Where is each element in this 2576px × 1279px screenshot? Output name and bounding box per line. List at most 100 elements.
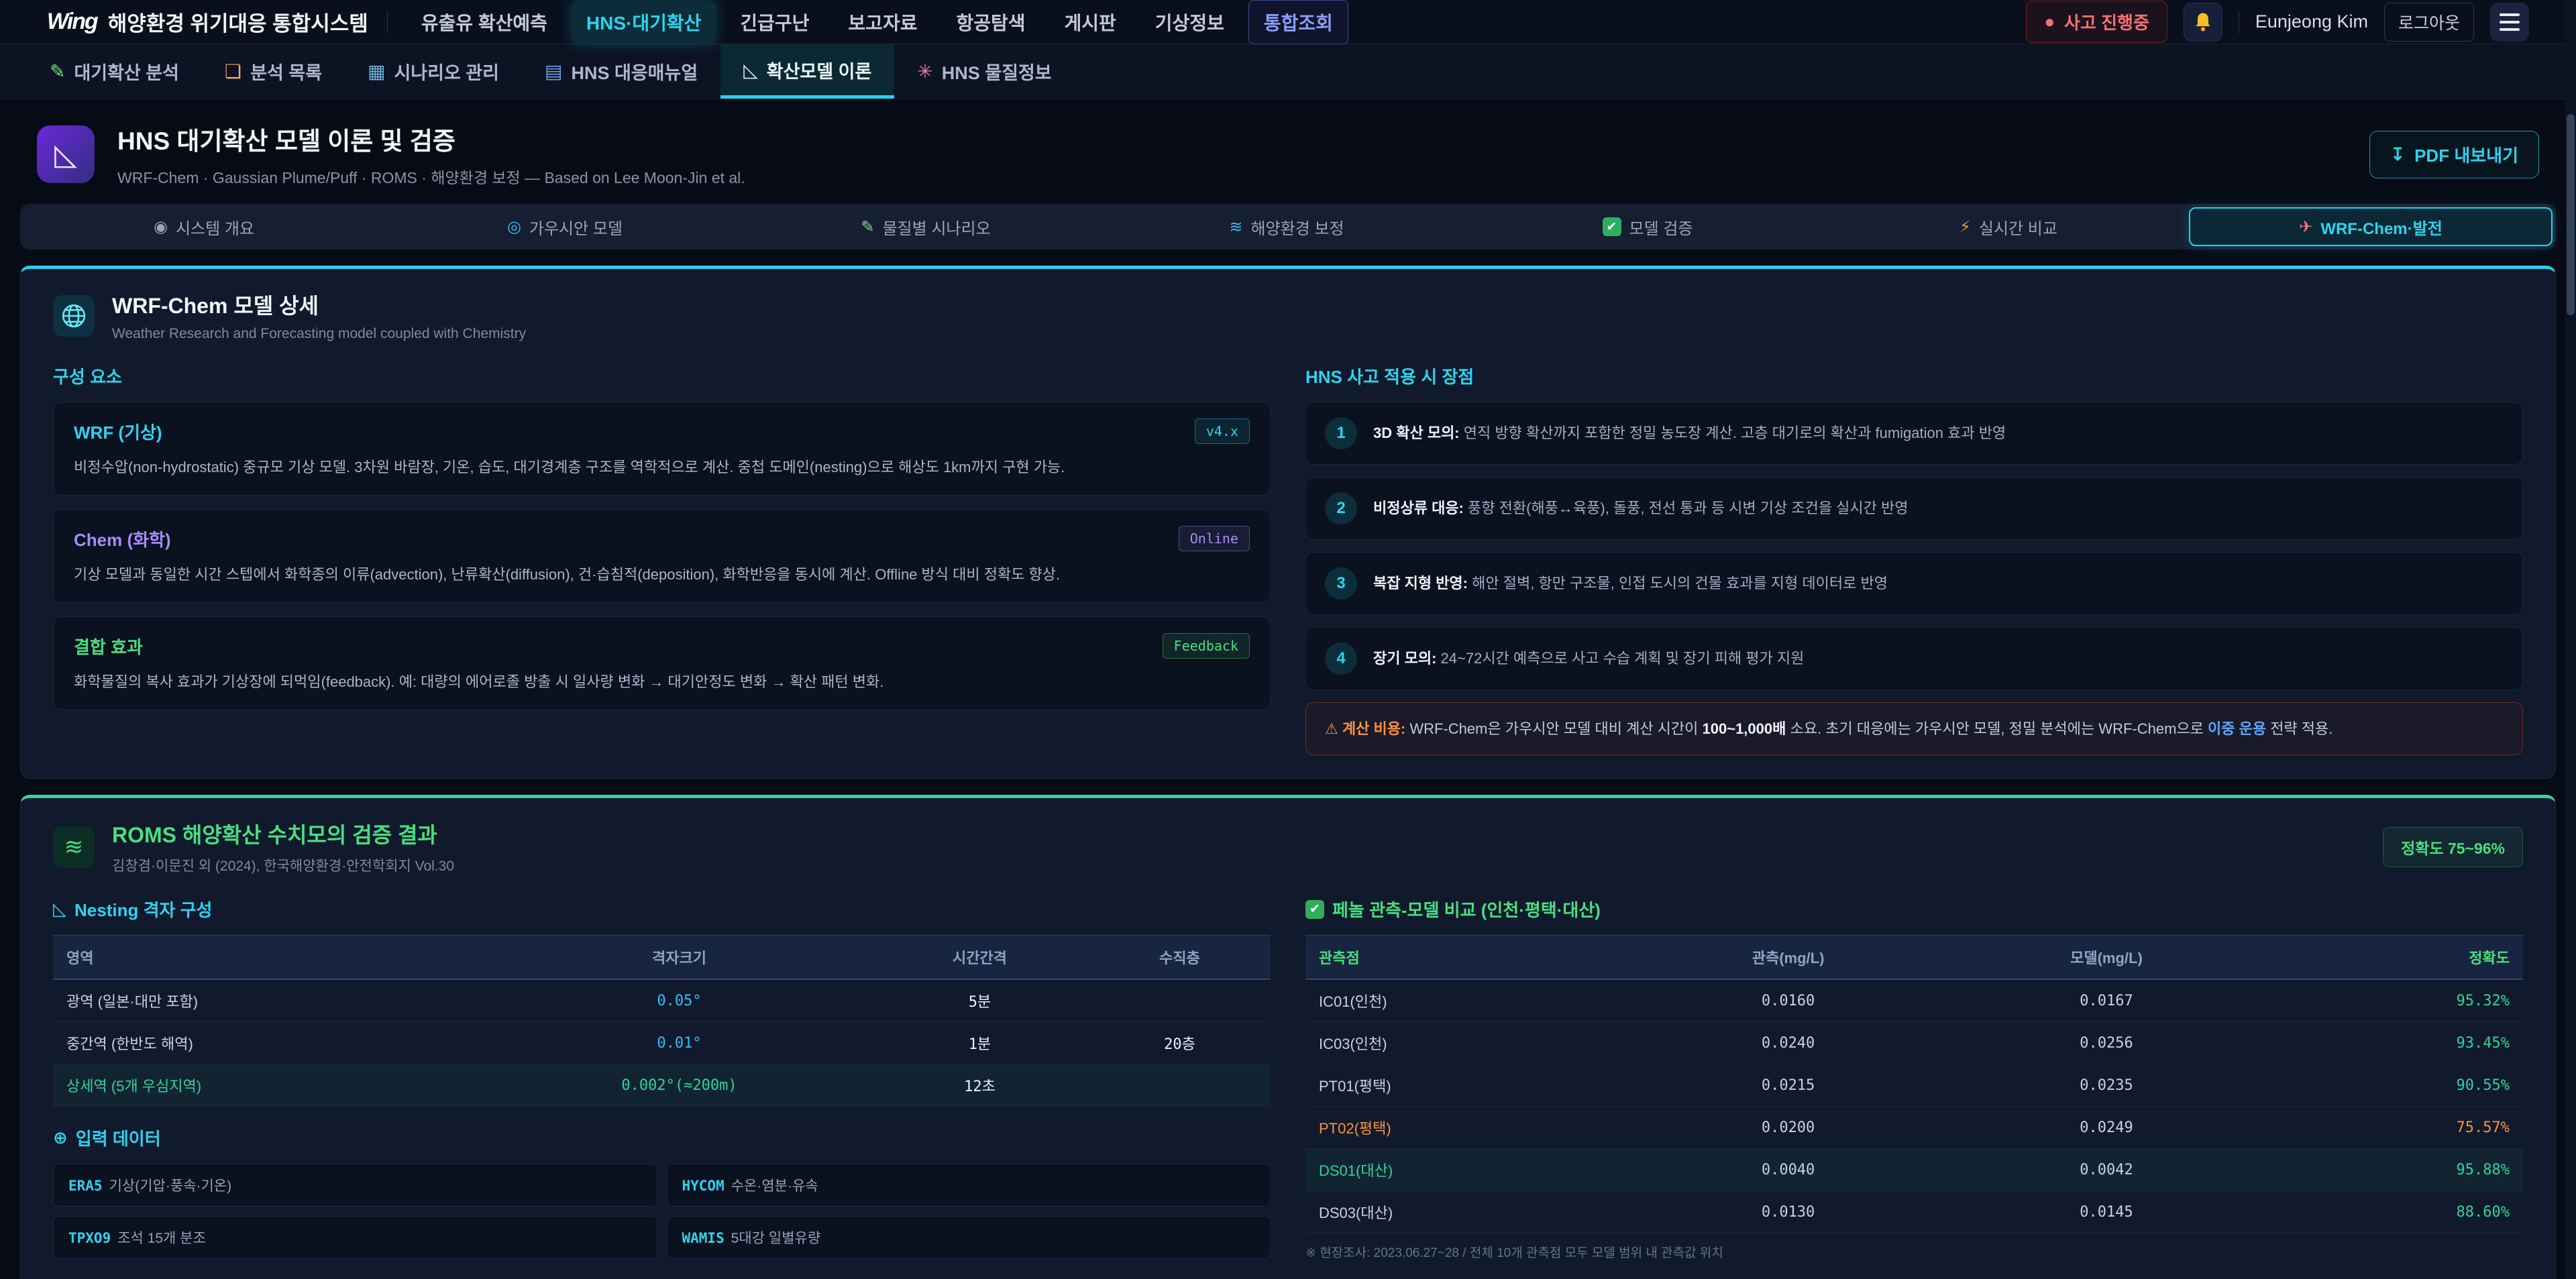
check-icon: ✔ [1305, 900, 1324, 919]
table-row-highlighted: DS01(대산)0.00400.004295.88% [1305, 1149, 2523, 1191]
nav-item-board[interactable]: 게시판 [1050, 1, 1131, 44]
phenol-header: 페놀 관측-모델 비교 (인천·평택·대산) [1332, 897, 1601, 922]
divider [387, 11, 388, 34]
tab-system-overview[interactable]: ◉ 시스템 개요 [23, 207, 384, 246]
set-square-icon: ◺ [37, 125, 95, 183]
status-label: 사고 진행중 [2064, 9, 2149, 34]
incident-status-badge: ● 사고 진행중 [2026, 1, 2167, 43]
warning-icon: ⚠ [1325, 720, 1338, 737]
main-menu: 유출유 확산예측 HNS·대기확산 긴급구난 보고자료 항공탐색 게시판 기상정… [407, 0, 1348, 44]
cyclone-icon: ◎ [507, 217, 521, 237]
dna-icon: ✳ [917, 60, 932, 82]
advantage-item: 3 복잡 지형 반영: 해안 절벽, 항만 구조물, 인접 도시의 건물 효과를… [1305, 552, 2523, 615]
input-chip-tpxo9: TPXO9조석 15개 분조 [53, 1216, 657, 1259]
online-badge: Online [1179, 526, 1250, 551]
navbar-right: ● 사고 진행중 Eunjeong Kim 로그아웃 [2026, 1, 2529, 43]
logout-button[interactable]: 로그아웃 [2384, 3, 2474, 42]
pdf-export-button[interactable]: ↧ PDF 내보내기 [2369, 131, 2539, 178]
input-chip-hycom: HYCOM수온·염분·유속 [667, 1164, 1271, 1207]
accuracy-badge: 정확도 75~96% [2383, 827, 2523, 867]
menu-icon [2500, 13, 2520, 16]
app-logo: Wing 해양환경 위기대응 통합시스템 [47, 7, 368, 37]
subnav-item-scenario-mgmt[interactable]: ▦ 시나리오 관리 [345, 44, 522, 99]
section-subtitle: 김창겸·이문진 외 (2024), 한국해양환경·안전학회지 Vol.30 [112, 855, 454, 875]
wave-icon: ≋ [1229, 217, 1242, 237]
notifications-button[interactable] [2184, 3, 2222, 42]
input-chip-wamis: WAMIS5대강 일별유량 [667, 1216, 1271, 1259]
page-subtitle: WRF-Chem · Gaussian Plume/Puff · ROMS · … [117, 165, 745, 188]
subnav-item-analysis-list[interactable]: ❏ 분석 목록 [202, 44, 345, 99]
tab-realtime-comparison[interactable]: ⚡ 실시간 비교 [1828, 207, 2189, 246]
subnav-item-hns-substance-info[interactable]: ✳ HNS 물질정보 [894, 44, 1074, 99]
download-icon: ↧ [2390, 144, 2405, 165]
advantage-item: 4 장기 모의: 24~72시간 예측으로 사고 수습 계획 및 장기 피해 평… [1305, 627, 2523, 690]
globe-icon [53, 295, 95, 337]
table-row: IC01(인천)0.01600.016795.32% [1305, 979, 2523, 1022]
roms-validation-section: ≋ ROMS 해양확산 수치모의 검증 결과 김창겸·이문진 외 (2024),… [20, 795, 2556, 1279]
nesting-grid-table: 영역 격자크기 시간간격 수직층 광역 (일본·대만 포함) 0.05° 5분 [53, 935, 1271, 1107]
logo-wing-icon: Wing [47, 9, 97, 35]
section-title: ROMS 해양확산 수치모의 검증 결과 [112, 818, 454, 849]
input-chip-era5: ERA5기상(기압·풍속·기온) [53, 1164, 657, 1207]
components-header: 구성 요소 [53, 364, 1271, 388]
feedback-badge: Feedback [1163, 633, 1250, 659]
set-square-icon: ◺ [743, 59, 758, 81]
wrf-advantages-column: HNS 사고 적용 시 장점 1 3D 확산 모의: 연직 방향 확산까지 포함… [1305, 359, 2523, 755]
table-row-highlighted: 상세역 (5개 우심지역) 0.002°(≈200m) 12초 [53, 1064, 1271, 1107]
lightning-icon: ⚡ [1960, 217, 1971, 237]
sub-navbar: ✎ 대기확산 분석 ❏ 분석 목록 ▦ 시나리오 관리 ▤ HNS 대응매뉴얼 … [0, 44, 2576, 99]
phenol-comparison-table: 관측점 관측(mg/L) 모델(mg/L) 정확도 IC01(인천)0.0160… [1305, 935, 2523, 1233]
subnav-item-atmos-analysis[interactable]: ✎ 대기확산 분석 [27, 44, 202, 99]
pencil-icon: ✎ [50, 60, 65, 82]
bell-icon [2193, 11, 2213, 33]
tab-substance-scenarios[interactable]: ✎ 물질별 시나리오 [745, 207, 1106, 246]
app-title: 해양환경 위기대응 통합시스템 [108, 7, 368, 37]
tab-marine-correction[interactable]: ≋ 해양환경 보정 [1106, 207, 1467, 246]
nav-item-rescue[interactable]: 긴급구난 [725, 1, 824, 44]
main-content: ◺ HNS 대기확산 모델 이론 및 검증 WRF-Chem · Gaussia… [0, 99, 2576, 1279]
link-icon: ⊕ [53, 1127, 68, 1148]
table-row: 광역 (일본·대만 포함) 0.05° 5분 [53, 979, 1271, 1022]
nav-item-reports[interactable]: 보고자료 [833, 1, 932, 44]
nav-item-aerial-search[interactable]: 항공탐색 [941, 1, 1040, 44]
compute-cost-warning: ⚠ 계산 비용: WRF-Chem은 가우시안 모델 대비 계산 시간이 100… [1305, 702, 2523, 755]
nav-item-weather[interactable]: 기상정보 [1140, 1, 1239, 44]
survey-footnote: ※ 현장조사: 2023.06.27~28 / 전체 10개 관측점 모두 모델… [1305, 1243, 2523, 1261]
nesting-column: ◺ Nesting 격자 구성 영역 격자크기 시간간격 수직층 [53, 893, 1271, 1261]
top-navbar: Wing 해양환경 위기대응 통합시스템 유출유 확산예측 HNS·대기확산 긴… [0, 0, 2576, 44]
subnav-item-model-theory[interactable]: ◺ 확산모델 이론 [720, 44, 894, 99]
check-icon: ✔ [1603, 217, 1621, 236]
rocket-icon: ✈ [2299, 217, 2312, 237]
user-name: Eunjeong Kim [2255, 11, 2368, 32]
component-card-wrf: WRF (기상) v4.x 비정수압(non-hydrostatic) 중규모 … [53, 402, 1271, 496]
bar-chart-icon: ▦ [368, 60, 385, 82]
nav-item-integrated-search[interactable]: 통합조회 [1248, 0, 1348, 44]
hamburger-menu-button[interactable] [2490, 3, 2529, 42]
tab-model-validation[interactable]: ✔ 모델 검증 [1467, 207, 1828, 246]
section-title: WRF-Chem 모델 상세 [112, 289, 526, 320]
advantage-item: 2 비정상류 대응: 풍향 전환(해풍↔육풍), 돌풍, 전선 통과 등 시변 … [1305, 477, 2523, 540]
advantage-item: 1 3D 확산 모의: 연직 방향 확산까지 포함한 정밀 농도장 계산. 고층… [1305, 402, 2523, 465]
microscope-icon: ◉ [154, 217, 168, 237]
page-scrollbar[interactable] [2565, 0, 2576, 1279]
table-row: PT01(평택)0.02150.023590.55% [1305, 1064, 2523, 1107]
nav-item-oil-spill[interactable]: 유출유 확산예측 [407, 1, 562, 44]
version-badge: v4.x [1195, 419, 1250, 444]
wave-icon: ≋ [53, 826, 95, 868]
scrollbar-thumb[interactable] [2567, 114, 2575, 315]
book-icon: ▤ [545, 60, 562, 82]
table-row-warning: PT02(평택)0.02000.024975.57% [1305, 1107, 2523, 1149]
page-header: ◺ HNS 대기확산 모델 이론 및 검증 WRF-Chem · Gaussia… [20, 114, 2556, 204]
wrf-components-column: 구성 요소 WRF (기상) v4.x 비정수압(non-hydrostatic… [53, 359, 1271, 755]
input-data-header: 입력 데이터 [76, 1125, 161, 1150]
pen-icon: ✎ [861, 217, 874, 237]
component-card-chem: Chem (화학) Online 기상 모델과 동일한 시간 스텝에서 화학종의… [53, 509, 1271, 603]
clipboard-icon: ❏ [225, 60, 241, 82]
content-tabbar: ◉ 시스템 개요 ◎ 가우시안 모델 ✎ 물질별 시나리오 ≋ 해양환경 보정 … [20, 204, 2556, 249]
tab-wrfchem-advanced[interactable]: ✈ WRF-Chem·발전 [2189, 207, 2553, 246]
nav-item-hns-atmos[interactable]: HNS·대기확산 [572, 1, 716, 44]
section-subtitle: Weather Research and Forecasting model c… [112, 326, 526, 342]
tab-gaussian-model[interactable]: ◎ 가우시안 모델 [384, 207, 745, 246]
table-row: IC03(인천)0.02400.025693.45% [1305, 1022, 2523, 1064]
subnav-item-hns-manual[interactable]: ▤ HNS 대응매뉴얼 [522, 44, 720, 99]
